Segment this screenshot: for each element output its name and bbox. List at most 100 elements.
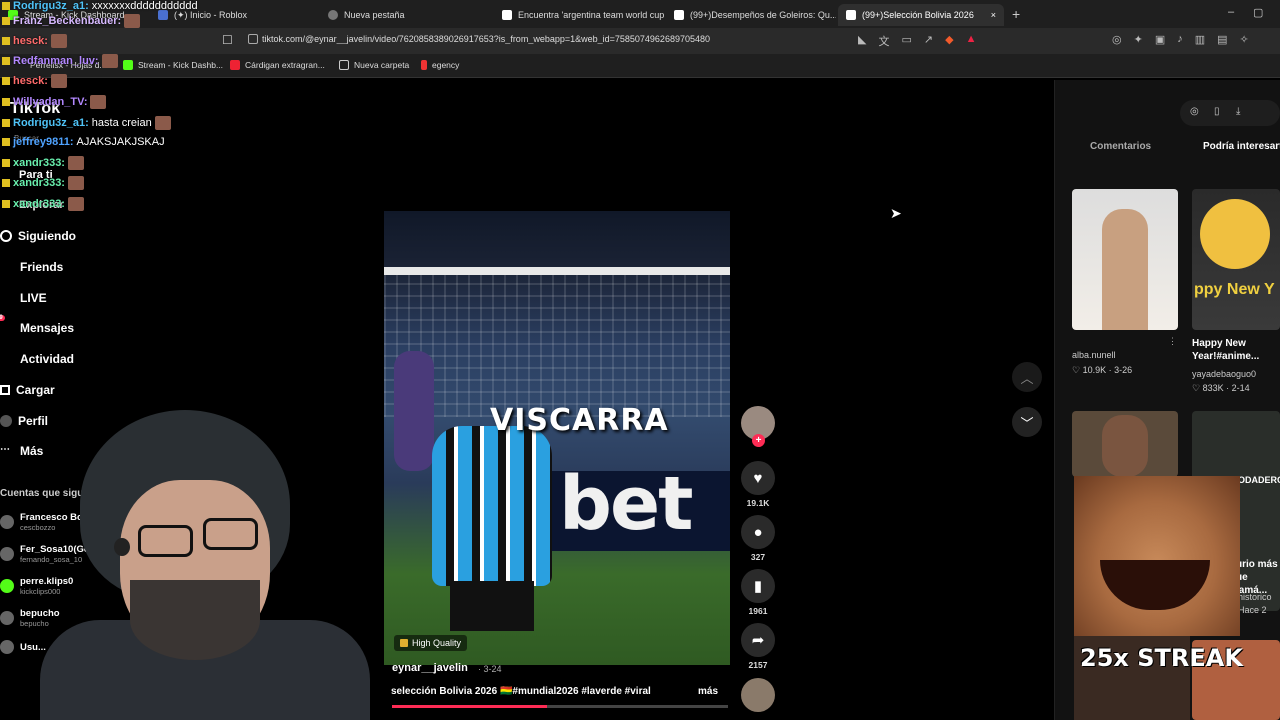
thumbnail-caption[interactable]: Happy New Year!#anime... [1192, 337, 1280, 363]
ad-board-text: bet [559, 461, 694, 547]
download-icon[interactable]: ⤓ [1236, 106, 1240, 117]
screenshot-icon[interactable]: ▣ [1155, 33, 1165, 46]
following-account[interactable]: bepucho bepucho [0, 608, 60, 628]
nav-messages[interactable]: 99Mensajes [0, 315, 74, 335]
video-player[interactable]: bet VISCARRA High Quality [384, 211, 730, 665]
following-account[interactable]: perre.klips0 kickclips000 [0, 576, 73, 596]
music-disc-avatar[interactable] [741, 678, 775, 712]
nav-following[interactable]: Siguiendo [0, 229, 76, 243]
comment-icon: ● [753, 523, 763, 541]
minimize-button[interactable]: – [1228, 6, 1234, 18]
subscriber-badge-icon [2, 200, 10, 208]
egency-icon [421, 60, 427, 70]
comment-button[interactable]: ● [741, 515, 775, 549]
brave-shield-icon[interactable]: ◆ [945, 33, 953, 49]
subscriber-badge-icon [2, 98, 10, 106]
thumbnail-author[interactable]: historico [1238, 592, 1272, 602]
next-video-button[interactable]: ﹀ [1012, 407, 1042, 437]
subscriber-badge-icon [2, 37, 10, 45]
phone-icon[interactable]: ▯ [1214, 106, 1220, 117]
thumbnail-author[interactable]: yayadebaoguo0 [1192, 369, 1256, 379]
video-thumbnail[interactable] [1072, 189, 1178, 330]
bookmark-egency[interactable]: egency [421, 60, 459, 70]
video-thumbnail[interactable]: ppy New Y [1192, 189, 1280, 330]
sidebar-icon[interactable]: ▥ [1195, 33, 1205, 46]
cast-icon[interactable]: ▭ [901, 33, 911, 49]
like-button[interactable]: ♥ [741, 461, 775, 495]
chat-message: Redfanman_luv: [2, 54, 118, 68]
url-field[interactable]: tiktok.com/@eynar__javelin/video/7620858… [262, 34, 852, 44]
profile-icon [0, 415, 12, 427]
new-tab-button[interactable]: + [1012, 6, 1020, 22]
tiktok-icon [674, 10, 684, 20]
subscriber-badge-icon [2, 17, 10, 25]
wallet-icon[interactable]: ▤ [1217, 33, 1227, 46]
share-icon[interactable]: ↗ [924, 33, 933, 49]
leo-icon[interactable]: ✧ [1240, 33, 1249, 46]
following-account[interactable]: Usu... [0, 640, 46, 654]
subscriber-badge-icon [2, 77, 10, 85]
music-icon[interactable]: ♪ [1177, 33, 1183, 46]
live-icon [0, 291, 14, 305]
goal-net [384, 267, 730, 417]
kick-icon [123, 60, 133, 70]
vpn-icon[interactable]: ◎ [1112, 33, 1122, 46]
thumbnail-person [1102, 209, 1148, 330]
chat-username: jeffrey9811: [13, 136, 74, 148]
chat-message: Franz_Beckenbauer: [2, 14, 141, 28]
extensions-icon[interactable]: ✦ [1134, 33, 1143, 46]
tab-argentina[interactable]: Encuentra 'argentina team world cup... [494, 4, 664, 26]
bookmark-folder[interactable]: Nueva carpeta [339, 60, 409, 70]
share-arrow-icon: ➦ [751, 632, 765, 649]
rewards-icon[interactable]: ▲ [966, 33, 977, 49]
tab-comments[interactable]: Comentarios [1090, 141, 1151, 152]
subscriber-badge-icon [2, 57, 10, 65]
tab-new-tab[interactable]: Nueva pestaña [320, 4, 490, 26]
thumbnail-author[interactable]: alba.nunell [1072, 350, 1116, 360]
tab-you-may-like[interactable]: Podría interesarte [1203, 141, 1280, 152]
folder-icon [339, 60, 349, 70]
comment-count: 327 [750, 552, 766, 562]
nav-live[interactable]: LIVE [0, 291, 47, 305]
emote-icon [50, 74, 67, 88]
following-account[interactable]: Francesco Bo... cescbozzo [0, 512, 91, 532]
save-button[interactable]: ▮ [741, 569, 775, 603]
compass-icon[interactable]: ◎ [1190, 106, 1199, 117]
emote-icon [67, 197, 84, 211]
nav-activity[interactable]: Actividad [0, 352, 74, 366]
chat-message: Rodrigu3z_a1: hasta creian [2, 116, 171, 130]
earphone [114, 538, 130, 556]
address-tools: ◣ 文 ▭ ↗ ◆ ▲ [858, 33, 976, 49]
nav-friends[interactable]: Friends [0, 260, 63, 274]
mouse-cursor-icon: ➤ [890, 205, 902, 221]
subscriber-badge-icon [2, 119, 10, 127]
more-options-icon[interactable]: ⋮ [1168, 336, 1177, 347]
follow-button[interactable]: + [752, 434, 765, 447]
bookmark-icon[interactable]: ☐ [222, 33, 233, 47]
nav-profile[interactable]: Perfil [0, 414, 48, 428]
video-author[interactable]: eynar__javelin [392, 662, 468, 674]
translate-icon[interactable]: 文 [878, 33, 889, 49]
maximize-button[interactable]: ▢ [1253, 6, 1263, 19]
share-count: 2157 [748, 660, 768, 670]
glasses-lens-left [138, 525, 193, 557]
nav-upload[interactable]: Cargar [0, 383, 55, 397]
emote-icon [124, 14, 141, 28]
more-button[interactable]: más [698, 686, 718, 697]
share-button[interactable]: ➦ [741, 623, 775, 657]
bookmark-cardigan[interactable]: Cárdigan extragran... [230, 60, 325, 70]
nav-more[interactable]: ⋯ Más [0, 444, 43, 458]
tab-goleiros[interactable]: (99+)Desempeños de Goleiros: Qu... [666, 4, 836, 26]
thumbnail-overlay-text: ODADERO [1238, 475, 1280, 485]
site-settings-icon[interactable] [248, 34, 258, 44]
previous-video-button[interactable]: ︿ [1012, 362, 1042, 392]
chat-username: Rodrigu3z_a1: [13, 0, 89, 12]
video-thumbnail[interactable] [1072, 411, 1178, 477]
close-icon[interactable]: × [991, 10, 996, 20]
chat-text: AJAKSJAKJSKAJ [76, 136, 165, 148]
quality-badge[interactable]: High Quality [394, 635, 468, 651]
chat-username: xandr333: [13, 198, 65, 210]
tab-seleccion-bolivia[interactable]: (99+)Selección Bolivia 2026 × [838, 4, 1004, 26]
bookmark-kick[interactable]: Stream - Kick Dashb... [123, 60, 223, 70]
mute-icon[interactable]: ◣ [858, 33, 866, 49]
